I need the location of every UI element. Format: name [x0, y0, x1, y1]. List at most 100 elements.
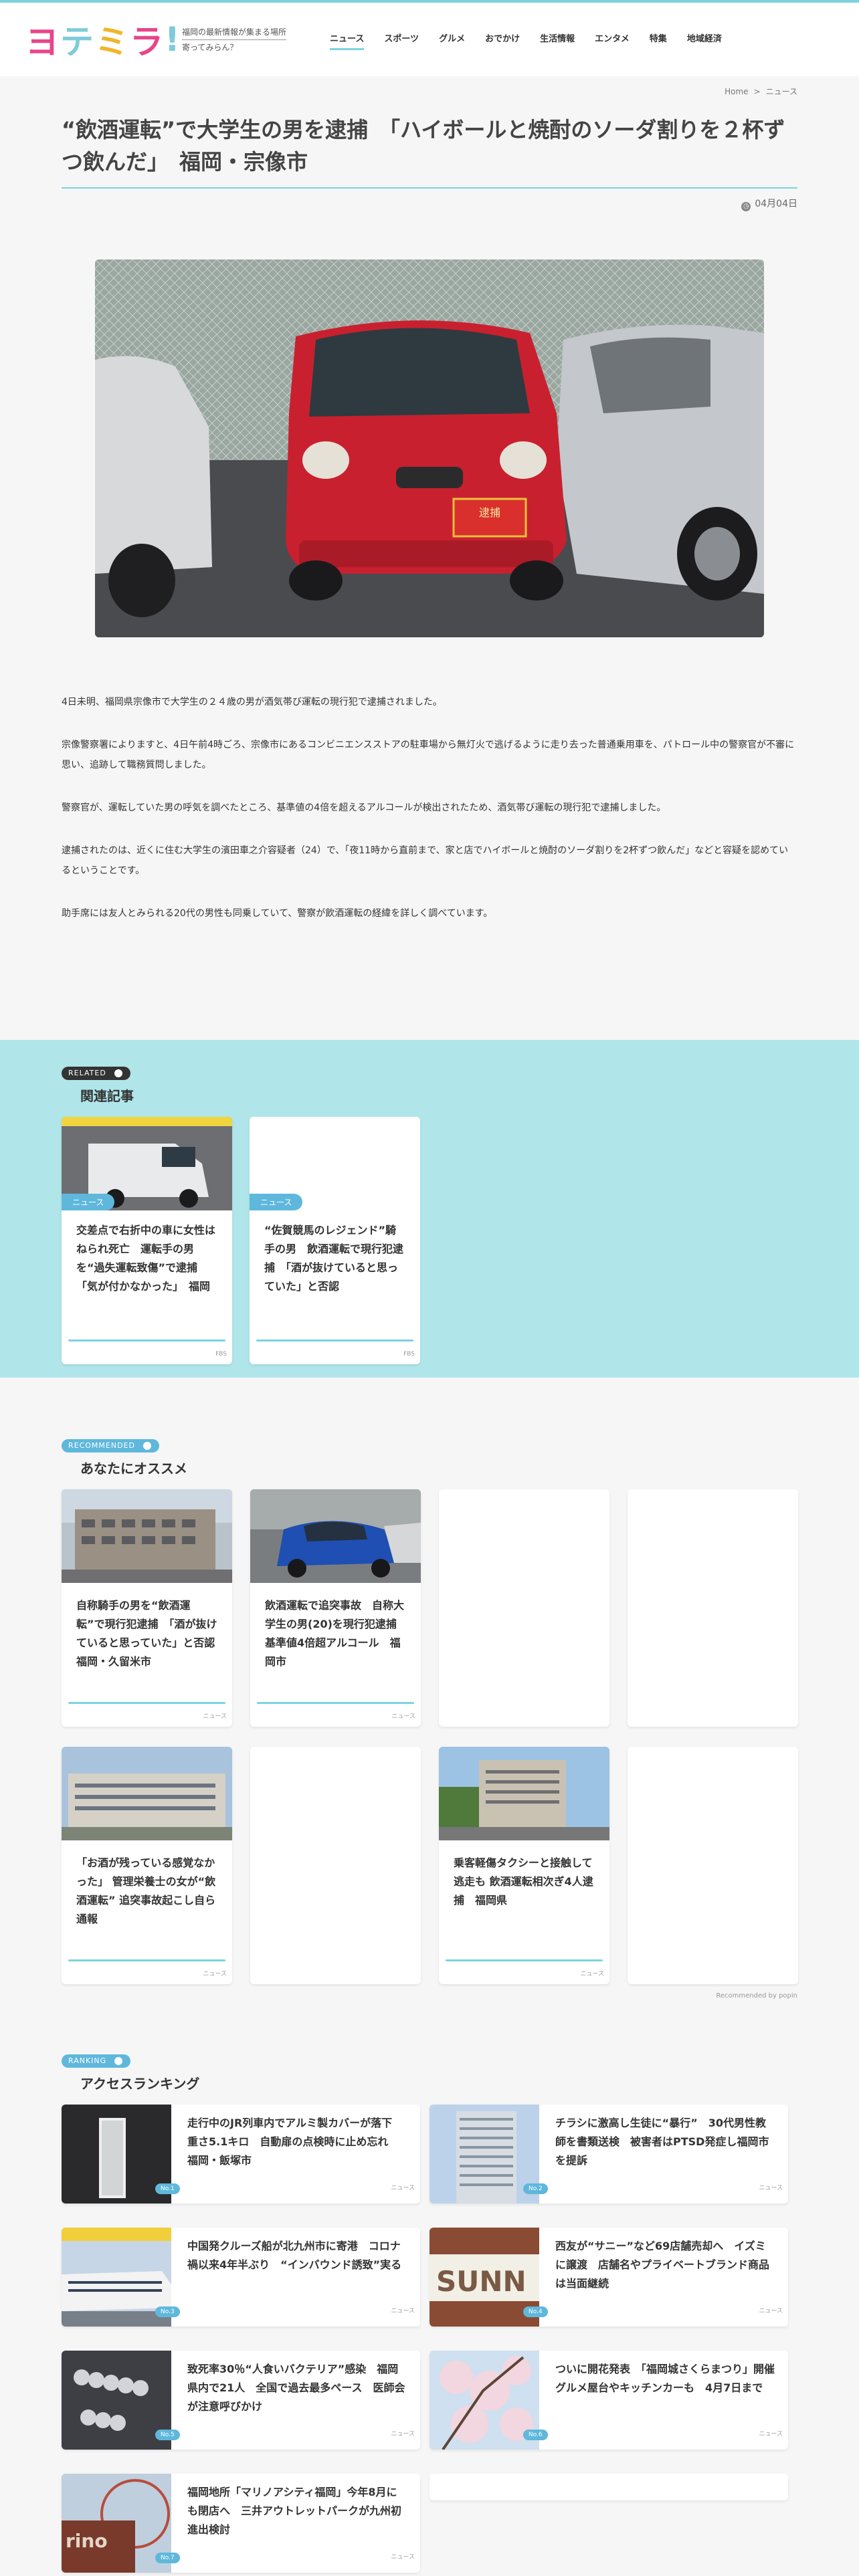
related-title: 関連記事 [80, 1087, 134, 1104]
recommend-card-meta: ニュース [391, 1713, 415, 1720]
recommend-card-title: 乗客軽傷タクシーと接触して逃走も 飲酒運転相次ぎ4人逮捕 福岡県 [454, 1856, 593, 1907]
article: “飲酒運転”で大学生の男を逮捕 「ハイボールと焼酎のソーダ割りを２杯ずつ飲んだ」… [0, 102, 859, 924]
recommend-card-thumb [62, 1746, 232, 1840]
ranking-item[interactable]: ついに開花発表 「福岡城さくらまつり」開催 グルメ屋台やキッチンカーも 4月7日… [430, 2350, 788, 2450]
svg-text:SUNN: SUNN [436, 2265, 527, 2298]
nav-item-news[interactable]: ニュース [320, 3, 374, 76]
recommend-card[interactable]: 「お酒が残っている感覚なかった」 管理栄養士の女が“飲酒運転” 追突事故起こし自… [62, 1746, 232, 1984]
related-card-thumb: ニュース [250, 1116, 420, 1210]
ranking-item[interactable]: チラシに激高し生徒に“暴行” 30代男性教師を書類送検 被害者はPTSD発症し福… [430, 2104, 788, 2204]
ranking-item-title: 走行中のJR列車内でアルミ製カバーが落下 重さ5.1キロ 自動扉の点検時に止め忘… [187, 2116, 403, 2167]
article-paragraph: 宗像警察署によりますと、4日午前4時ごろ、宗像市にあるコンビニエンスストアの駐車… [62, 740, 795, 770]
breadcrumb: Home > ニュース [725, 87, 797, 96]
plate-text: 逮捕 [479, 506, 500, 519]
ranking-pill: RANKING [62, 2054, 131, 2068]
related-card-meta: FBS [215, 1350, 227, 1358]
article-paragraph: 逮捕されたのは、近くに住む大学生の濱田車之介容疑者（24）で、「夜11時から直前… [62, 845, 789, 876]
related-card-meta: FBS [403, 1350, 415, 1358]
recommend-card[interactable]: 飲酒運転で追突事故 自称大学生の男(20)を現行犯逮捕 基準値4倍超アルコール … [250, 1489, 421, 1727]
recommend-card-meta: ニュース [203, 1713, 227, 1720]
divider [256, 1339, 413, 1341]
ranking-item-meta: ニュース [391, 2184, 415, 2191]
divider [68, 1339, 225, 1341]
ranking-section: RANKING アクセスランキング 走行中のJR列車内でアルミ製カバーが落下 重… [0, 2053, 859, 2573]
svg-text:rino: rino [66, 2530, 108, 2552]
category-badge: ニュース [62, 1193, 115, 1210]
recommend-card-thumb [62, 1489, 232, 1583]
nav-item-entertainment[interactable]: エンタメ [585, 3, 640, 76]
ranking-item-meta: ニュース [759, 2307, 783, 2315]
clock-icon: ◷ [741, 202, 751, 211]
recommend-section: RECOMMENDED あなたにオススメ 自称騎手の男を“飲酒運転”で現行犯逮捕… [0, 1438, 859, 2000]
recommend-pill: RECOMMENDED [62, 1438, 159, 1453]
ranking-item[interactable]: 走行中のJR列車内でアルミ製カバーが落下 重さ5.1キロ 自動扉の点検時に止め忘… [62, 2104, 420, 2204]
related-card-thumb: ニュース [62, 1116, 232, 1210]
ranking-item[interactable]: 中国発クルーズ船が北九州市に寄港 コロナ禍以来4年半ぶり “インバウンド誘致”実… [62, 2227, 420, 2327]
article-hero-image: 逮捕 [95, 259, 764, 637]
recommend-card-title: 「お酒が残っている感覚なかった」 管理栄養士の女が“飲酒運転” 追突事故起こし自… [76, 1856, 216, 1925]
rank-badge: No.1 [155, 2183, 180, 2194]
recommend-card-placeholder [628, 1746, 798, 1984]
recommend-card[interactable]: 乗客軽傷タクシーと接触して逃走も 飲酒運転相次ぎ4人逮捕 福岡県 ニュース [439, 1746, 609, 1984]
ranking-item-placeholder [430, 2473, 788, 2500]
recommend-card-thumb [250, 1489, 421, 1583]
nav-item-life[interactable]: 生活情報 [530, 3, 585, 76]
recommend-card-placeholder [439, 1489, 609, 1727]
site-logo[interactable]: ヨテミラ! [25, 19, 180, 62]
recommend-card-title: 飲酒運転で追突事故 自称大学生の男(20)を現行犯逮捕 基準値4倍超アルコール … [265, 1598, 407, 1668]
ranking-item-title: 中国発クルーズ船が北九州市に寄港 コロナ禍以来4年半ぶり “インバウンド誘致”実… [187, 2239, 402, 2271]
ranking-item-title: 西友が“サニー”など69店舗売却へ イズミに譲渡 店舗名やプライベートブランド商… [555, 2239, 770, 2290]
divider [68, 1701, 225, 1704]
ranking-title: アクセスランキング [80, 2075, 200, 2092]
nav-item-gourmet[interactable]: グルメ [429, 3, 475, 76]
rank-badge: No.5 [155, 2429, 180, 2440]
recommend-card-thumb [439, 1746, 609, 1840]
nav-item-outing[interactable]: おでかけ [475, 3, 530, 76]
breadcrumb-home[interactable]: Home [725, 87, 748, 96]
popin-credit[interactable]: Recommended by popin [62, 1992, 797, 2000]
ranking-item-meta: ニュース [759, 2430, 783, 2438]
rank-badge: No.6 [523, 2429, 548, 2440]
article-paragraph: 警察官が、運転していた男の呼気を調べたところ、基準値の4倍を超えるアルコールが検… [62, 802, 666, 813]
rank-badge: No.4 [523, 2306, 548, 2317]
category-badge: ニュース [250, 1193, 303, 1210]
ranking-item[interactable]: 致死率30％“人食いバクテリア”感染 福岡県内で21人 全国で過去最多ペース 医… [62, 2350, 420, 2450]
main-nav: ニュース スポーツ グルメ おでかけ 生活情報 エンタメ 特集 地域経済 [320, 3, 732, 76]
nav-item-feature[interactable]: 特集 [640, 3, 677, 76]
related-card-title: “佐賀競馬のレジェンド”騎手の男 飲酒運転で現行犯逮捕 「酒が抜けていると思って… [264, 1223, 404, 1293]
breadcrumb-current[interactable]: ニュース [766, 87, 797, 96]
related-card[interactable]: ニュース “佐賀競馬のレジェンド”騎手の男 飲酒運転で現行犯逮捕 「酒が抜けてい… [250, 1116, 420, 1364]
rank-badge: No.7 [155, 2552, 180, 2563]
ranking-item-meta: ニュース [391, 2553, 415, 2561]
ranking-item-title: 福岡地所「マリノアシティ福岡」今年8月にも閉店へ 三井アウトレットパークが九州初… [187, 2485, 402, 2536]
ranking-item-title: ついに開花発表 「福岡城さくらまつり」開催 グルメ屋台やキッチンカーも 4月7日… [555, 2362, 786, 2394]
ranking-item[interactable]: SUNN 西友が“サニー”など69店舗売却へ イズミに譲渡 店舗名やプライベート… [430, 2227, 788, 2327]
recommend-card[interactable]: 自称騎手の男を“飲酒運転”で現行犯逮捕 「酒が抜けていると思っていた」と否認 福… [62, 1489, 232, 1727]
divider [68, 1959, 225, 1961]
article-paragraph: 助手席には友人とみられる20代の男性も同乗していて、警察が飲酒運転の経緯を詳しく… [62, 908, 493, 919]
ranking-item-meta: ニュース [391, 2307, 415, 2315]
nav-item-sports[interactable]: スポーツ [374, 3, 429, 76]
recommend-card-placeholder [628, 1489, 798, 1727]
related-articles-section: RELATED 関連記事 ニュース 交差点で右折中の車に女性はねられ死亡 運転手… [0, 1040, 859, 1378]
rank-badge: No.2 [523, 2183, 548, 2194]
recommend-title: あなたにオススメ [80, 1460, 187, 1477]
divider [446, 1959, 603, 1961]
article-body: 4日未明、福岡県宗像市で大学生の２４歳の男が酒気帯び運転の現行犯で逮捕されました… [62, 692, 797, 924]
ranking-item[interactable]: rino 福岡地所「マリノアシティ福岡」今年8月にも閉店へ 三井アウトレットパー… [62, 2473, 420, 2573]
site-header: ヨテミラ! 福岡の最新情報が集まる場所 寄ってみらん？ ニュース スポーツ グル… [0, 3, 859, 76]
ranking-item-title: チラシに激高し生徒に“暴行” 30代男性教師を書類送検 被害者はPTSD発症し福… [555, 2116, 769, 2167]
article-paragraph: 4日未明、福岡県宗像市で大学生の２４歳の男が酒気帯び運転の現行犯で逮捕されました… [62, 697, 442, 708]
article-date: ◷ 04月04日 [62, 189, 797, 219]
rank-badge: No.3 [155, 2306, 180, 2317]
divider [257, 1701, 414, 1704]
article-title: “飲酒運転”で大学生の男を逮捕 「ハイボールと焼酎のソーダ割りを２杯ずつ飲んだ」… [62, 102, 797, 189]
related-card-title: 交差点で右折中の車に女性はねられ死亡 運転手の男を“過失運転致傷”で逮捕 「気が… [76, 1223, 216, 1293]
site-tagline: 福岡の最新情報が集まる場所 寄ってみらん？ [182, 25, 287, 55]
related-pill: RELATED [62, 1066, 130, 1080]
ranking-item-meta: ニュース [391, 2430, 415, 2438]
ranking-item-meta: ニュース [759, 2184, 783, 2191]
recommend-card-meta: ニュース [203, 1970, 227, 1977]
nav-item-economy[interactable]: 地域経済 [677, 3, 732, 76]
related-card[interactable]: ニュース 交差点で右折中の車に女性はねられ死亡 運転手の男を“過失運転致傷”で逮… [62, 1116, 232, 1364]
